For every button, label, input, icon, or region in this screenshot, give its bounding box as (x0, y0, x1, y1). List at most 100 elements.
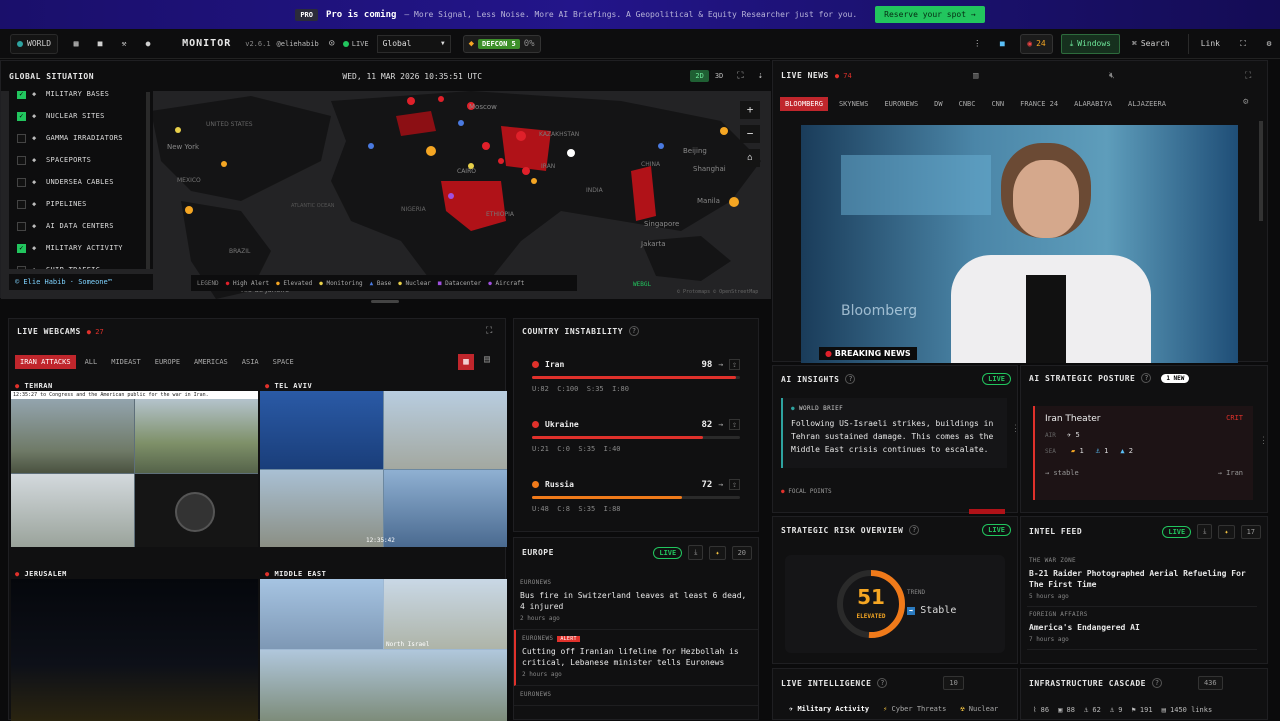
webcam-tab[interactable]: EUROPE (150, 355, 185, 369)
intel-title[interactable]: America's Endangered AI (1029, 622, 1255, 633)
webcam-feed-tel-aviv[interactable]: 12:35:42 (260, 391, 507, 547)
news-item[interactable]: EURONEWS ALERT Cutting off Iranian lifelin… (514, 630, 758, 686)
download-icon[interactable]: ⤓ (1197, 524, 1213, 539)
layer-toggle[interactable]: ◆ UNDERSEA CABLES (17, 171, 153, 193)
webcam-tab[interactable]: SPACE (268, 355, 299, 369)
home-icon[interactable]: ⌂ (740, 149, 760, 167)
download-icon[interactable]: ⤓ (688, 545, 704, 560)
happy-variant-icon[interactable]: ● (136, 34, 160, 54)
news-item[interactable]: EURONEWS Bus fire in Switzerland leaves a… (514, 574, 758, 630)
checkbox[interactable] (17, 199, 26, 209)
mode-2d-button[interactable]: 2D (690, 70, 709, 82)
checkbox[interactable] (17, 177, 26, 187)
info-icon[interactable]: ? (909, 525, 920, 535)
channel-tab[interactable]: BLOOMBERG (780, 97, 828, 111)
mode-3d-button[interactable]: 3D (709, 70, 729, 82)
news-video-player[interactable]: Bloomberg ● BREAKING NEWS (801, 125, 1238, 363)
layer-toggle[interactable]: ✓ ◆ MILITARY ACTIVITY (17, 237, 153, 259)
github-icon[interactable]: ⊙ (329, 38, 335, 49)
fullscreen-icon[interactable]: ⛶ (1232, 34, 1254, 54)
tech-variant-icon[interactable]: ▦ (64, 34, 88, 54)
expand-webcams-icon[interactable]: ⛶ (486, 326, 492, 336)
channel-settings-icon[interactable]: ⚙ (1243, 97, 1248, 107)
author-handle[interactable]: @eliehabib (277, 40, 319, 48)
checkbox[interactable] (17, 133, 26, 143)
tools-variant-icon[interactable]: ⚒ (112, 34, 136, 54)
webcam-feed-jerusalem[interactable] (11, 579, 258, 721)
webcam-tab[interactable]: IRAN ATTACKS (15, 355, 76, 369)
layer-toggle[interactable]: ◆ PIPELINES (17, 193, 153, 215)
checkbox[interactable]: ✓ (17, 91, 26, 99)
info-icon[interactable]: ? (629, 326, 640, 336)
tab-cyber-threats[interactable]: ⚡ Cyber Threats (883, 705, 946, 713)
channel-tab[interactable]: EURONEWS (879, 97, 923, 111)
channel-tab[interactable]: SKYNEWS (834, 97, 874, 111)
share-icon[interactable]: ⇪ (729, 479, 740, 490)
zoom-out-icon[interactable]: − (740, 125, 760, 143)
info-icon[interactable]: ? (1141, 373, 1152, 383)
channel-tab[interactable]: ALARABIYA (1069, 97, 1117, 111)
layer-toggle[interactable]: ◆ SHIP TRAFFIC (17, 259, 153, 269)
iran-theater-card[interactable]: Iran Theater CRIT AIR ✈ 5 SEA ▰ 1 ⚓ 1 ▲ … (1033, 406, 1253, 500)
share-icon[interactable]: ⇪ (729, 359, 740, 370)
intel-title[interactable]: B-21 Raider Photographed Aerial Refuelin… (1029, 568, 1255, 590)
settings-gear-icon[interactable]: ⚙ (1258, 34, 1280, 54)
webcam-feed-middle-east[interactable]: North Israel (260, 579, 507, 721)
summarize-icon[interactable]: ✦ (1218, 524, 1235, 539)
news-item[interactable]: EURONEWS (514, 686, 758, 706)
reserve-spot-button[interactable]: Reserve your spot → (875, 6, 985, 23)
news-title[interactable]: Cutting off Iranian lifeline for Hezboll… (522, 646, 752, 668)
checkbox[interactable]: ✓ (17, 243, 26, 253)
info-icon[interactable]: ? (1151, 678, 1162, 688)
instability-row[interactable]: Iran 98 → ⇪ U:82 C:100 S:35 I:80 (514, 359, 758, 393)
tab-nuclear[interactable]: ☢ Nuclear (960, 705, 998, 713)
pin-icon[interactable]: ⇣ (758, 71, 763, 81)
webcam-tab[interactable]: ASIA (237, 355, 264, 369)
webcam-tab[interactable]: AMERICAS (189, 355, 233, 369)
intel-item[interactable]: FOREIGN AFFAIRS America's Endangered AI 7 … (1027, 607, 1257, 650)
channel-tab[interactable]: DW (929, 97, 947, 111)
checkbox[interactable] (17, 265, 26, 269)
layer-toggle[interactable]: ◆ AI DATA CENTERS (17, 215, 153, 237)
share-icon[interactable]: ⇪ (729, 419, 740, 430)
list-view-icon[interactable]: ▤ (484, 354, 490, 365)
defcon-indicator[interactable]: ◆ DEFCON 5 0% (462, 34, 541, 53)
channel-tab[interactable]: ALJAZEERA (1123, 97, 1171, 111)
layer-toggle[interactable]: ✓ ◆ MILITARY BASES (17, 91, 153, 105)
layer-toggle[interactable]: ✓ ◆ NUCLEAR SITES (17, 105, 153, 127)
intel-item[interactable]: THE WAR ZONE B-21 Raider Photographed Aer… (1027, 553, 1257, 607)
tab-military-activity[interactable]: ✈ Military Activity (789, 705, 869, 713)
channel-tab[interactable]: FRANCE 24 (1015, 97, 1063, 111)
copy-link-button[interactable]: Link (1187, 33, 1220, 54)
more-menu-icon[interactable]: ⋮ (968, 34, 986, 54)
news-title[interactable]: Bus fire in Switzerland leaves at least … (520, 590, 752, 612)
layer-toggle[interactable]: ◆ GAMMA IRRADIATORS (17, 127, 153, 149)
channel-tab[interactable]: CNBC (954, 97, 981, 111)
world-variant-button[interactable]: WORLD (10, 33, 59, 54)
posture-more-icon[interactable]: ⋮ (1259, 436, 1268, 446)
checkbox[interactable] (17, 155, 26, 165)
webcam-feed-tehran[interactable]: 12:35:27 to Congress and the American pu… (11, 391, 258, 547)
grid-view-icon[interactable]: ▦ (458, 354, 474, 370)
summarize-icon[interactable]: ✦ (709, 545, 726, 560)
webcam-tab[interactable]: ALL (80, 355, 103, 369)
webcam-tab[interactable]: MIDEAST (106, 355, 146, 369)
mute-icon[interactable]: 🔇︎ (1109, 71, 1115, 81)
finance-variant-icon[interactable]: ■ (88, 34, 112, 54)
download-windows-button[interactable]: ⤓ Windows (1060, 33, 1120, 54)
map-resize-handle[interactable] (371, 300, 399, 303)
zoom-in-icon[interactable]: + (740, 101, 760, 119)
expand-map-icon[interactable]: ⛶ (737, 71, 743, 81)
expand-news-icon[interactable]: ⛶ (1245, 71, 1251, 81)
checkbox[interactable]: ✓ (17, 111, 26, 121)
checkbox[interactable] (17, 221, 26, 231)
layers-scrollbar[interactable] (146, 92, 150, 269)
search-button[interactable]: ⌘ Search (1132, 34, 1170, 54)
info-icon[interactable]: ? (845, 374, 856, 384)
info-icon[interactable]: ? (877, 678, 888, 688)
instability-row[interactable]: Russia 72 → ⇪ U:48 C:8 S:35 I:88 (514, 479, 758, 513)
alerts-button[interactable]: ◉ 24 (1020, 33, 1053, 54)
pause-icon[interactable]: ▥ (973, 71, 978, 81)
region-select[interactable]: Global ▼ (376, 34, 451, 53)
brief-more-icon[interactable]: ⋮ (1011, 424, 1020, 434)
